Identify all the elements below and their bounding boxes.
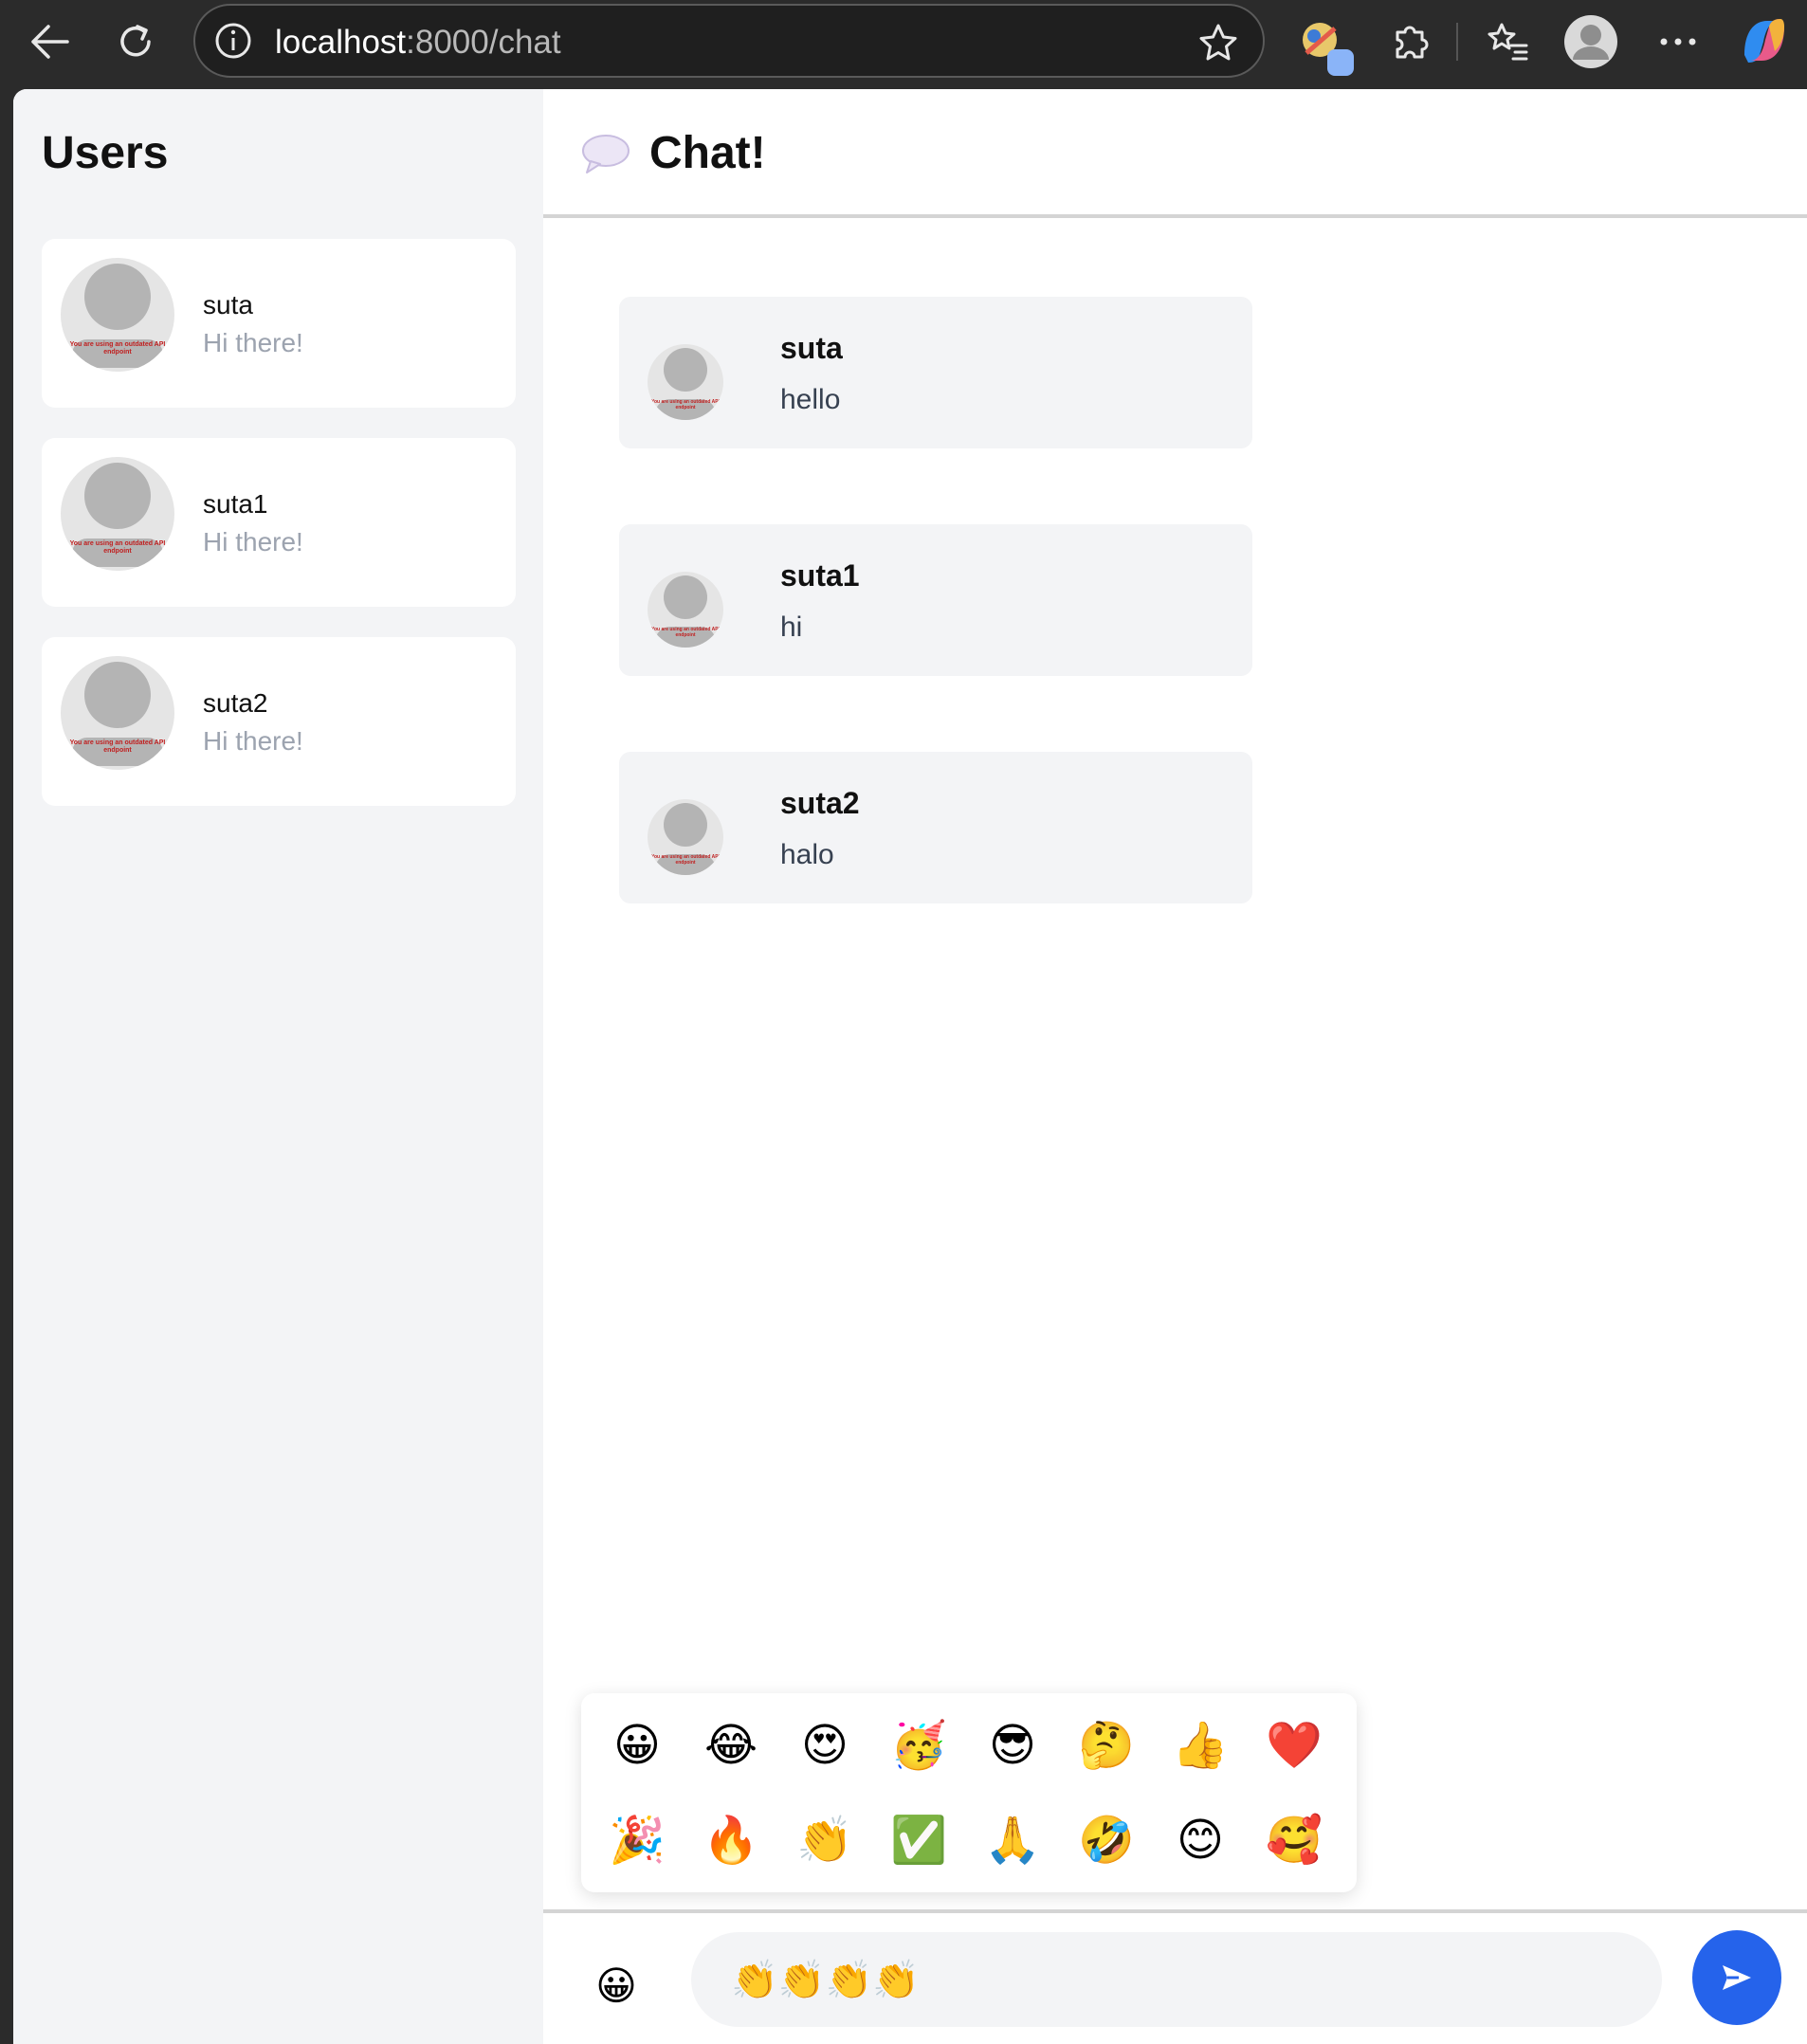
url-path: :8000/chat	[406, 24, 561, 61]
profile-avatar-icon[interactable]	[1562, 13, 1619, 70]
emoji-sunglasses[interactable]: 😎	[979, 1712, 1046, 1779]
star-icon[interactable]	[1196, 21, 1240, 64]
emoji-grinning[interactable]: 😀	[604, 1712, 670, 1779]
url-text[interactable]: localhost:8000/chat	[275, 24, 561, 62]
avatar-note: You are using an outdated API endpoint	[69, 341, 166, 356]
chat-title: Chat!	[649, 128, 766, 178]
avatar-note: You are using an outdated API endpoint	[651, 627, 720, 638]
message-author: suta2	[780, 786, 860, 820]
emoji-smiling[interactable]: 😊	[1167, 1807, 1233, 1873]
address-bar[interactable]: localhost:8000/chat	[193, 4, 1265, 78]
avatar: You are using an outdated API endpoint	[61, 457, 174, 571]
sidebar-title: Users	[42, 128, 169, 178]
user-card-suta[interactable]: You are using an outdated API endpoint s…	[42, 239, 516, 408]
user-card-suta2[interactable]: You are using an outdated API endpoint s…	[42, 637, 516, 806]
message-author: suta	[780, 331, 843, 365]
user-name: suta	[203, 290, 253, 319]
emoji-heart-eyes[interactable]: 😍	[792, 1712, 858, 1779]
emoji-rolling-laughing[interactable]: 🤣	[1073, 1807, 1140, 1873]
avatar: You are using an outdated API endpoint	[648, 344, 723, 420]
emoji-party-popper[interactable]: 🎉	[604, 1807, 670, 1873]
url-host: localhost	[275, 24, 407, 61]
emoji-picker: 😀 😂 😍 🥳 😎 🤔 👍 ❤️ 🎉 🔥 👏 ✅ 🙏 🤣 😊 🥰	[581, 1693, 1357, 1892]
avatar: You are using an outdated API endpoint	[61, 656, 174, 770]
users-sidebar: Users You are using an outdated API endp…	[13, 89, 543, 2044]
avatar: You are using an outdated API endpoint	[648, 799, 723, 875]
avatar: You are using an outdated API endpoint	[648, 572, 723, 648]
emoji-toggle-button[interactable]: 😀	[587, 1957, 646, 2016]
message-composer: 😀	[543, 1909, 1807, 2044]
avatar-note: You are using an outdated API endpoint	[651, 854, 720, 866]
puzzle-icon[interactable]	[1384, 15, 1437, 68]
user-preview: Hi there!	[203, 328, 303, 357]
more-options-icon[interactable]	[1652, 15, 1705, 68]
site-info-icon[interactable]	[212, 20, 254, 62]
reload-icon[interactable]	[106, 15, 165, 68]
chat-panel: Chat! You are using an outdated API endp…	[543, 89, 1807, 2044]
avatar: You are using an outdated API endpoint	[61, 258, 174, 372]
avatar-note: You are using an outdated API endpoint	[651, 399, 720, 411]
message-text: hi	[780, 611, 803, 643]
message-text: halo	[780, 839, 834, 870]
chat-header: Chat!	[543, 89, 1807, 218]
emoji-thumbs-up[interactable]: 👍	[1167, 1712, 1233, 1779]
emoji-tears-of-joy[interactable]: 😂	[698, 1712, 764, 1779]
page: Users You are using an outdated API endp…	[13, 89, 1807, 2044]
send-button[interactable]	[1692, 1930, 1781, 2025]
user-preview: Hi there!	[203, 527, 303, 557]
message-input[interactable]	[691, 1932, 1662, 2027]
avatar-note: You are using an outdated API endpoint	[69, 739, 166, 754]
browser-toolbar: localhost:8000/chat	[0, 0, 1807, 87]
emoji-check-mark[interactable]: ✅	[885, 1807, 952, 1873]
message-text: hello	[780, 384, 841, 415]
speech-bubble-icon	[579, 131, 632, 176]
message: You are using an outdated API endpoint s…	[619, 297, 1252, 448]
message: You are using an outdated API endpoint s…	[619, 524, 1252, 676]
emoji-smiling-hearts[interactable]: 🥰	[1261, 1807, 1327, 1873]
user-name: suta1	[203, 489, 268, 519]
emoji-fire[interactable]: 🔥	[698, 1807, 764, 1873]
emoji-red-heart[interactable]: ❤️	[1261, 1712, 1327, 1779]
send-icon	[1723, 1965, 1751, 1990]
emoji-folded-hands[interactable]: 🙏	[979, 1807, 1046, 1873]
message: You are using an outdated API endpoint s…	[619, 752, 1252, 903]
toolbar-divider	[1456, 23, 1458, 61]
emoji-clapping[interactable]: 👏	[792, 1807, 858, 1873]
user-preview: Hi there!	[203, 726, 303, 756]
emoji-partying[interactable]: 🥳	[885, 1712, 952, 1779]
message-author: suta1	[780, 558, 860, 593]
favorites-icon[interactable]	[1481, 15, 1534, 68]
user-name: suta2	[203, 688, 268, 718]
extension-icon[interactable]	[1297, 15, 1360, 78]
avatar-note: You are using an outdated API endpoint	[69, 540, 166, 555]
back-arrow-icon[interactable]	[21, 15, 80, 68]
user-card-suta1[interactable]: You are using an outdated API endpoint s…	[42, 438, 516, 607]
copilot-icon[interactable]	[1735, 11, 1794, 70]
emoji-thinking[interactable]: 🤔	[1073, 1712, 1140, 1779]
